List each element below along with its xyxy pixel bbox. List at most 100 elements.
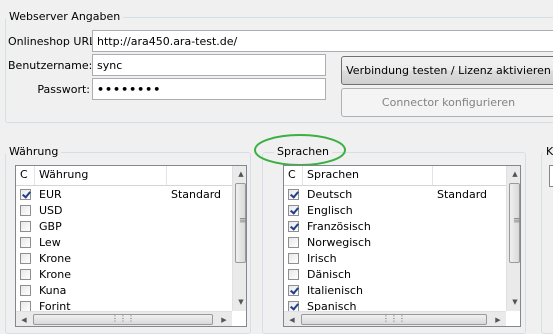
language-note-cell: Standard bbox=[437, 187, 488, 201]
language-checkbox[interactable] bbox=[288, 220, 299, 232]
currency-check-cell bbox=[16, 188, 35, 200]
currency-check-cell bbox=[16, 220, 35, 232]
language-name-cell: Deutsch bbox=[307, 187, 353, 201]
username-label: Benutzername: bbox=[8, 59, 93, 72]
languages-table[interactable]: C Sprachen Deutsch Standard Englisch Franzö… bbox=[283, 165, 521, 327]
configure-connector-button[interactable]: Connector konfigurieren bbox=[341, 88, 553, 117]
username-input[interactable]: sync bbox=[92, 54, 326, 76]
currency-row[interactable]: Krone bbox=[16, 250, 232, 266]
currency-group-title: Währung bbox=[6, 145, 62, 158]
languages-col-extra[interactable] bbox=[433, 166, 506, 185]
currency-checkbox[interactable] bbox=[20, 188, 31, 200]
languages-horizontal-scrollbar[interactable]: ◀ ⋮⋮⋮ ▶ bbox=[284, 311, 506, 326]
currency-check-cell bbox=[16, 236, 35, 248]
scroll-down-arrow-icon[interactable]: ▼ bbox=[233, 294, 246, 310]
language-checkbox[interactable] bbox=[288, 300, 299, 312]
currency-row[interactable]: Kuna bbox=[16, 282, 232, 298]
language-name-cell: Dänisch bbox=[307, 267, 351, 281]
language-check-cell bbox=[284, 236, 303, 248]
currency-vertical-scrollbar[interactable]: ▲ ≡ ▼ bbox=[232, 166, 246, 311]
languages-hscroll-thumb[interactable]: ⋮⋮⋮ bbox=[301, 314, 487, 325]
highlight-circle-icon bbox=[254, 134, 346, 166]
language-name-cell: Norwegisch bbox=[307, 235, 372, 249]
currency-col-c[interactable]: C bbox=[16, 166, 35, 185]
language-row[interactable]: Englisch bbox=[284, 202, 506, 218]
scroll-right-arrow-icon[interactable]: ▶ bbox=[490, 312, 506, 326]
currency-checkbox[interactable] bbox=[20, 268, 31, 280]
currency-name-cell: EUR bbox=[39, 187, 62, 201]
third-group-title: K bbox=[543, 145, 553, 158]
currency-checkbox[interactable] bbox=[20, 284, 31, 296]
language-row[interactable]: Norwegisch bbox=[284, 234, 506, 250]
currency-checkbox[interactable] bbox=[20, 220, 31, 232]
languages-vertical-scrollbar[interactable]: ▲ ≡ ▼ bbox=[506, 166, 520, 311]
url-label: Onlineshop URL: bbox=[8, 35, 99, 48]
language-check-cell bbox=[284, 252, 303, 264]
scroll-left-arrow-icon[interactable]: ◀ bbox=[16, 312, 32, 326]
currency-checkbox[interactable] bbox=[20, 204, 31, 216]
currency-row[interactable]: USD bbox=[16, 202, 232, 218]
language-row[interactable]: Irisch bbox=[284, 250, 506, 266]
language-check-cell bbox=[284, 204, 303, 216]
language-checkbox[interactable] bbox=[288, 204, 299, 216]
currency-table-header: C Währung bbox=[16, 166, 232, 186]
currency-col-name[interactable]: Währung bbox=[35, 166, 167, 185]
language-row[interactable]: Italienisch bbox=[284, 282, 506, 298]
language-checkbox[interactable] bbox=[288, 236, 299, 248]
currency-checkbox[interactable] bbox=[20, 300, 31, 312]
currency-col-extra[interactable] bbox=[167, 166, 232, 185]
currency-horizontal-scrollbar[interactable]: ◀ ⋮⋮⋮ ▶ bbox=[16, 311, 232, 326]
scroll-up-arrow-icon[interactable]: ▲ bbox=[507, 166, 520, 182]
language-name-cell: Englisch bbox=[307, 203, 353, 217]
third-group-table-edge bbox=[549, 165, 553, 187]
currency-note-cell: Standard bbox=[171, 187, 222, 201]
languages-table-header: C Sprachen bbox=[284, 166, 506, 186]
currency-name-cell: Krone bbox=[39, 267, 71, 281]
languages-scroll-thumb[interactable]: ≡ bbox=[509, 183, 520, 263]
currency-check-cell bbox=[16, 284, 35, 296]
currency-name-cell: Kuna bbox=[39, 283, 67, 297]
language-check-cell bbox=[284, 284, 303, 296]
language-check-cell bbox=[284, 268, 303, 280]
language-checkbox[interactable] bbox=[288, 268, 299, 280]
language-checkbox[interactable] bbox=[288, 188, 299, 200]
language-check-cell bbox=[284, 188, 303, 200]
languages-col-name[interactable]: Sprachen bbox=[303, 166, 433, 185]
test-connection-button[interactable]: Verbindung testen / Lizenz aktivieren bbox=[341, 56, 553, 85]
language-name-cell: Französisch bbox=[307, 219, 371, 233]
languages-col-c[interactable]: C bbox=[284, 166, 303, 185]
currency-row[interactable]: Lew bbox=[16, 234, 232, 250]
language-row[interactable]: Dänisch bbox=[284, 266, 506, 282]
currency-name-cell: GBP bbox=[39, 219, 62, 233]
password-input[interactable]: •••••••• bbox=[92, 78, 326, 100]
currency-check-cell bbox=[16, 268, 35, 280]
currency-check-cell bbox=[16, 300, 35, 312]
currency-table[interactable]: C Währung EUR Standard USD GBP Lew Krone Krone… bbox=[15, 165, 247, 327]
scroll-up-arrow-icon[interactable]: ▲ bbox=[233, 166, 246, 182]
language-name-cell: Italienisch bbox=[307, 283, 363, 297]
language-check-cell bbox=[284, 220, 303, 232]
currency-hscroll-thumb[interactable]: ⋮⋮⋮ bbox=[33, 314, 213, 325]
currency-check-cell bbox=[16, 252, 35, 264]
language-check-cell bbox=[284, 300, 303, 312]
currency-row[interactable]: GBP bbox=[16, 218, 232, 234]
currency-checkbox[interactable] bbox=[20, 236, 31, 248]
language-checkbox[interactable] bbox=[288, 252, 299, 264]
language-checkbox[interactable] bbox=[288, 284, 299, 296]
webserver-group-title: Webserver Angaben bbox=[6, 10, 124, 23]
currency-checkbox[interactable] bbox=[20, 252, 31, 264]
currency-name-cell: Krone bbox=[39, 251, 71, 265]
scroll-down-arrow-icon[interactable]: ▼ bbox=[507, 294, 520, 310]
scroll-left-arrow-icon[interactable]: ◀ bbox=[284, 312, 300, 326]
url-input[interactable]: http://ara450.ara-test.de/ bbox=[92, 30, 553, 52]
currency-row[interactable]: EUR Standard bbox=[16, 186, 232, 202]
language-row[interactable]: Deutsch Standard bbox=[284, 186, 506, 202]
currency-row[interactable]: Krone bbox=[16, 266, 232, 282]
currency-name-cell: Lew bbox=[39, 235, 61, 249]
language-name-cell: Irisch bbox=[307, 251, 337, 265]
language-row[interactable]: Französisch bbox=[284, 218, 506, 234]
currency-name-cell: USD bbox=[39, 203, 63, 217]
currency-scroll-thumb[interactable]: ≡ bbox=[235, 183, 246, 263]
scroll-right-arrow-icon[interactable]: ▶ bbox=[216, 312, 232, 326]
password-label: Passwort: bbox=[37, 83, 90, 96]
